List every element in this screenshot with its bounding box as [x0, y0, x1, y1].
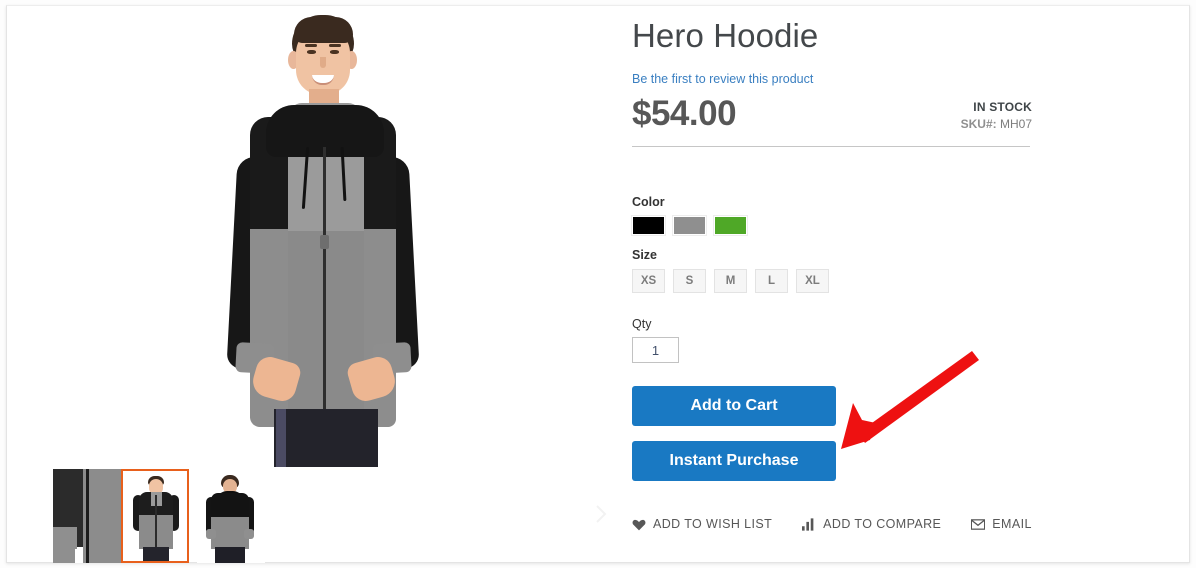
- thumb2-zipper: [155, 495, 157, 549]
- instant-purchase-button[interactable]: Instant Purchase: [632, 441, 836, 481]
- size-option-s[interactable]: S: [673, 269, 706, 293]
- model-eyebrow-left: [305, 44, 317, 47]
- quantity-stepper[interactable]: [632, 337, 679, 363]
- product-photo-model: [170, 7, 465, 467]
- chevron-right-icon[interactable]: [590, 501, 612, 527]
- color-swatches: [631, 215, 1032, 236]
- product-info: Hero Hoodie Be the first to review this …: [631, 6, 1032, 531]
- thumb3-cuff-right: [244, 529, 254, 539]
- product-gallery: [15, 7, 620, 565]
- thumb1-sleeve: [53, 545, 75, 563]
- email-label: EMAIL: [992, 517, 1032, 531]
- sku-value: MH07: [999, 117, 1032, 131]
- hoodie-grey-panel-top: [288, 157, 364, 231]
- thumbnail-strip: [45, 469, 605, 565]
- compare-bars-icon: [802, 517, 816, 531]
- hoodie-zipper-pull: [320, 235, 329, 249]
- sku-line: SKU#: MH07: [961, 117, 1032, 131]
- thumb2-pants: [143, 547, 169, 561]
- model-eye-right: [330, 50, 339, 54]
- size-option-l[interactable]: L: [755, 269, 788, 293]
- thumbnail-3[interactable]: [197, 469, 265, 563]
- model-pants-stripe: [276, 409, 286, 467]
- thumb3-pants: [215, 547, 245, 563]
- email-link[interactable]: EMAIL: [971, 517, 1032, 531]
- envelope-icon: [971, 517, 986, 531]
- size-option-xs[interactable]: XS: [632, 269, 665, 293]
- model-eyebrow-right: [329, 44, 341, 47]
- page-frame: Hero Hoodie Be the first to review this …: [6, 5, 1190, 563]
- size-option-xl[interactable]: XL: [796, 269, 829, 293]
- review-link[interactable]: Be the first to review this product: [632, 72, 813, 86]
- thumbnail-3-image: [197, 469, 265, 563]
- size-options: XS S M L XL: [632, 269, 1032, 293]
- color-option-group: Color: [631, 195, 1032, 236]
- thumb3-black-panel: [211, 493, 249, 519]
- product-page: Hero Hoodie Be the first to review this …: [0, 0, 1196, 568]
- model-eye-left: [307, 50, 316, 54]
- add-to-compare-link[interactable]: ADD TO COMPARE: [802, 517, 941, 531]
- add-to-wish-list-link[interactable]: ADD TO WISH LIST: [632, 517, 772, 531]
- color-swatch-green[interactable]: [713, 215, 748, 236]
- add-to-compare-label: ADD TO COMPARE: [823, 517, 942, 531]
- stock-block: IN STOCK SKU#: MH07: [961, 100, 1032, 131]
- qty-group: Qty: [632, 317, 1032, 363]
- thumbnail-1[interactable]: [53, 469, 121, 563]
- sku-label: SKU#:: [960, 117, 997, 131]
- size-label: Size: [632, 248, 658, 262]
- status-badge: IN STOCK: [973, 100, 1032, 114]
- main-product-image[interactable]: [15, 7, 620, 467]
- price-row: $54.00 IN STOCK SKU#: MH07: [632, 94, 1032, 142]
- color-swatch-black[interactable]: [631, 215, 666, 236]
- qty-label: Qty: [632, 317, 652, 331]
- color-label: Color: [632, 195, 665, 209]
- thumb3-cuff-left: [206, 529, 216, 539]
- add-to-cart-button[interactable]: Add to Cart: [632, 386, 836, 426]
- size-option-group: Size XS S M L XL: [632, 248, 1032, 293]
- hoodie-zipper: [323, 147, 326, 432]
- product-social-links: ADD TO WISH LIST ADD TO COMPARE EMAIL: [632, 517, 1032, 531]
- size-option-m[interactable]: M: [714, 269, 747, 293]
- model-fringe: [294, 17, 353, 43]
- info-divider: [632, 146, 1030, 147]
- heart-icon: [632, 517, 646, 531]
- thumbnail-2-image: [123, 471, 187, 561]
- color-swatch-gray[interactable]: [672, 215, 707, 236]
- page-title: Hero Hoodie: [632, 17, 819, 54]
- model-nose: [320, 57, 326, 68]
- thumb1-zipper: [86, 469, 89, 563]
- thumbnail-1-image: [53, 469, 121, 563]
- thumbnail-2[interactable]: [121, 469, 189, 563]
- add-to-wish-list-label: ADD TO WISH LIST: [653, 517, 773, 531]
- model-pants: [274, 409, 378, 467]
- product-price: $54.00: [632, 94, 737, 133]
